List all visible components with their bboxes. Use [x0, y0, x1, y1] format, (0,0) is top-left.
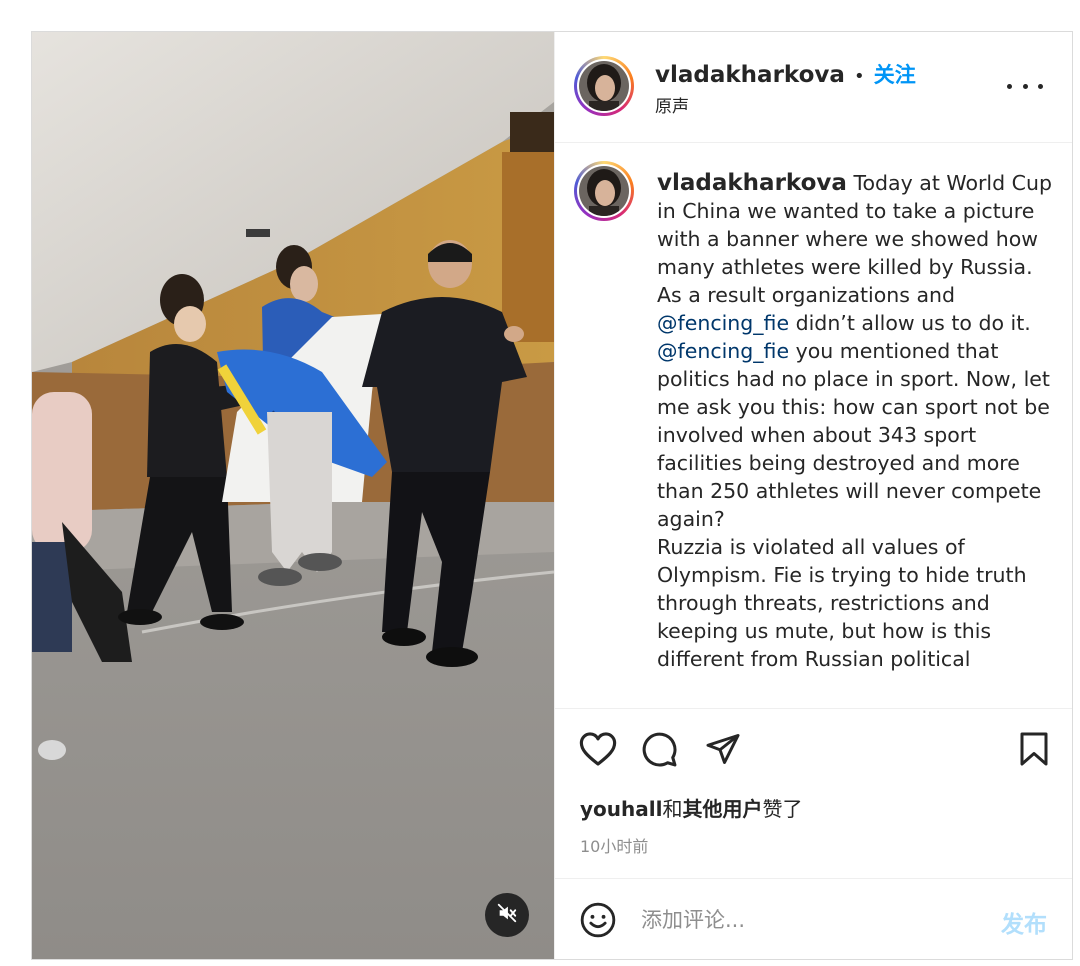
- heart-icon: [579, 732, 617, 771]
- comment-bar: 发布: [555, 878, 1072, 959]
- paper-plane-icon: [705, 734, 741, 771]
- likes-summary: youhall和其他用户赞了: [580, 793, 802, 822]
- comment-bubble-icon: [641, 732, 678, 772]
- like-button[interactable]: [579, 731, 617, 771]
- save-button[interactable]: [1019, 731, 1049, 771]
- profile-photo: [579, 61, 629, 111]
- more-horizontal-icon: [1007, 83, 1012, 89]
- post-actions: youhall和其他用户赞了 10小时前: [555, 708, 1072, 879]
- bookmark-icon: [1019, 732, 1049, 771]
- comment-button[interactable]: [641, 731, 678, 772]
- caption-paragraph-2: @fencing_fie you mentioned that politics…: [657, 337, 1057, 533]
- more-options-button[interactable]: [1007, 76, 1043, 96]
- speaker-muted-icon: [496, 902, 518, 928]
- caption-username[interactable]: vladakharkova: [657, 170, 847, 196]
- post-timestamp[interactable]: 10小时前: [580, 833, 648, 857]
- separator-dot: •: [854, 66, 865, 87]
- mention-link[interactable]: @fencing_fie: [657, 339, 789, 363]
- audio-label[interactable]: 原声: [655, 92, 689, 117]
- caption-text-1b: didn’t allow us to do it.: [789, 311, 1031, 335]
- mute-button[interactable]: [485, 893, 529, 937]
- liker-username[interactable]: youhall: [580, 797, 662, 821]
- share-button[interactable]: [705, 731, 741, 771]
- video-frame: [32, 32, 554, 959]
- post-header: vladakharkova • 关注 原声: [555, 32, 1072, 143]
- post-comment-button[interactable]: 发布: [1001, 905, 1047, 939]
- post-details-panel: vladakharkova • 关注 原声 vladakharkova Toda…: [554, 32, 1072, 959]
- caption-paragraph-3: Ruzzia is violated all values of Olympis…: [657, 535, 1027, 671]
- caption-profile-photo: [579, 166, 629, 216]
- header-title-row: vladakharkova • 关注: [655, 59, 916, 89]
- mention-link[interactable]: @fencing_fie: [657, 311, 789, 335]
- comment-input[interactable]: [641, 905, 961, 935]
- instagram-post: vladakharkova • 关注 原声 vladakharkova Toda…: [31, 31, 1073, 960]
- caption-area: vladakharkova Today at World Cup in Chin…: [555, 143, 1072, 708]
- header-username[interactable]: vladakharkova: [655, 62, 845, 88]
- emoji-button[interactable]: [579, 901, 617, 943]
- caption-avatar[interactable]: [574, 161, 634, 221]
- likes-joiner: 和: [662, 797, 683, 821]
- likes-suffix: 赞了: [762, 797, 803, 821]
- avatar[interactable]: [574, 56, 634, 116]
- other-likers-link[interactable]: 其他用户: [682, 797, 762, 821]
- follow-button[interactable]: 关注: [874, 63, 916, 87]
- post-video[interactable]: [32, 32, 554, 959]
- caption-text-2: you mentioned that politics had no place…: [657, 339, 1050, 531]
- smiley-icon: [579, 902, 617, 943]
- caption-text: vladakharkova Today at World Cup in Chin…: [657, 169, 1057, 673]
- caption-paragraph-1: vladakharkova Today at World Cup in Chin…: [657, 169, 1057, 337]
